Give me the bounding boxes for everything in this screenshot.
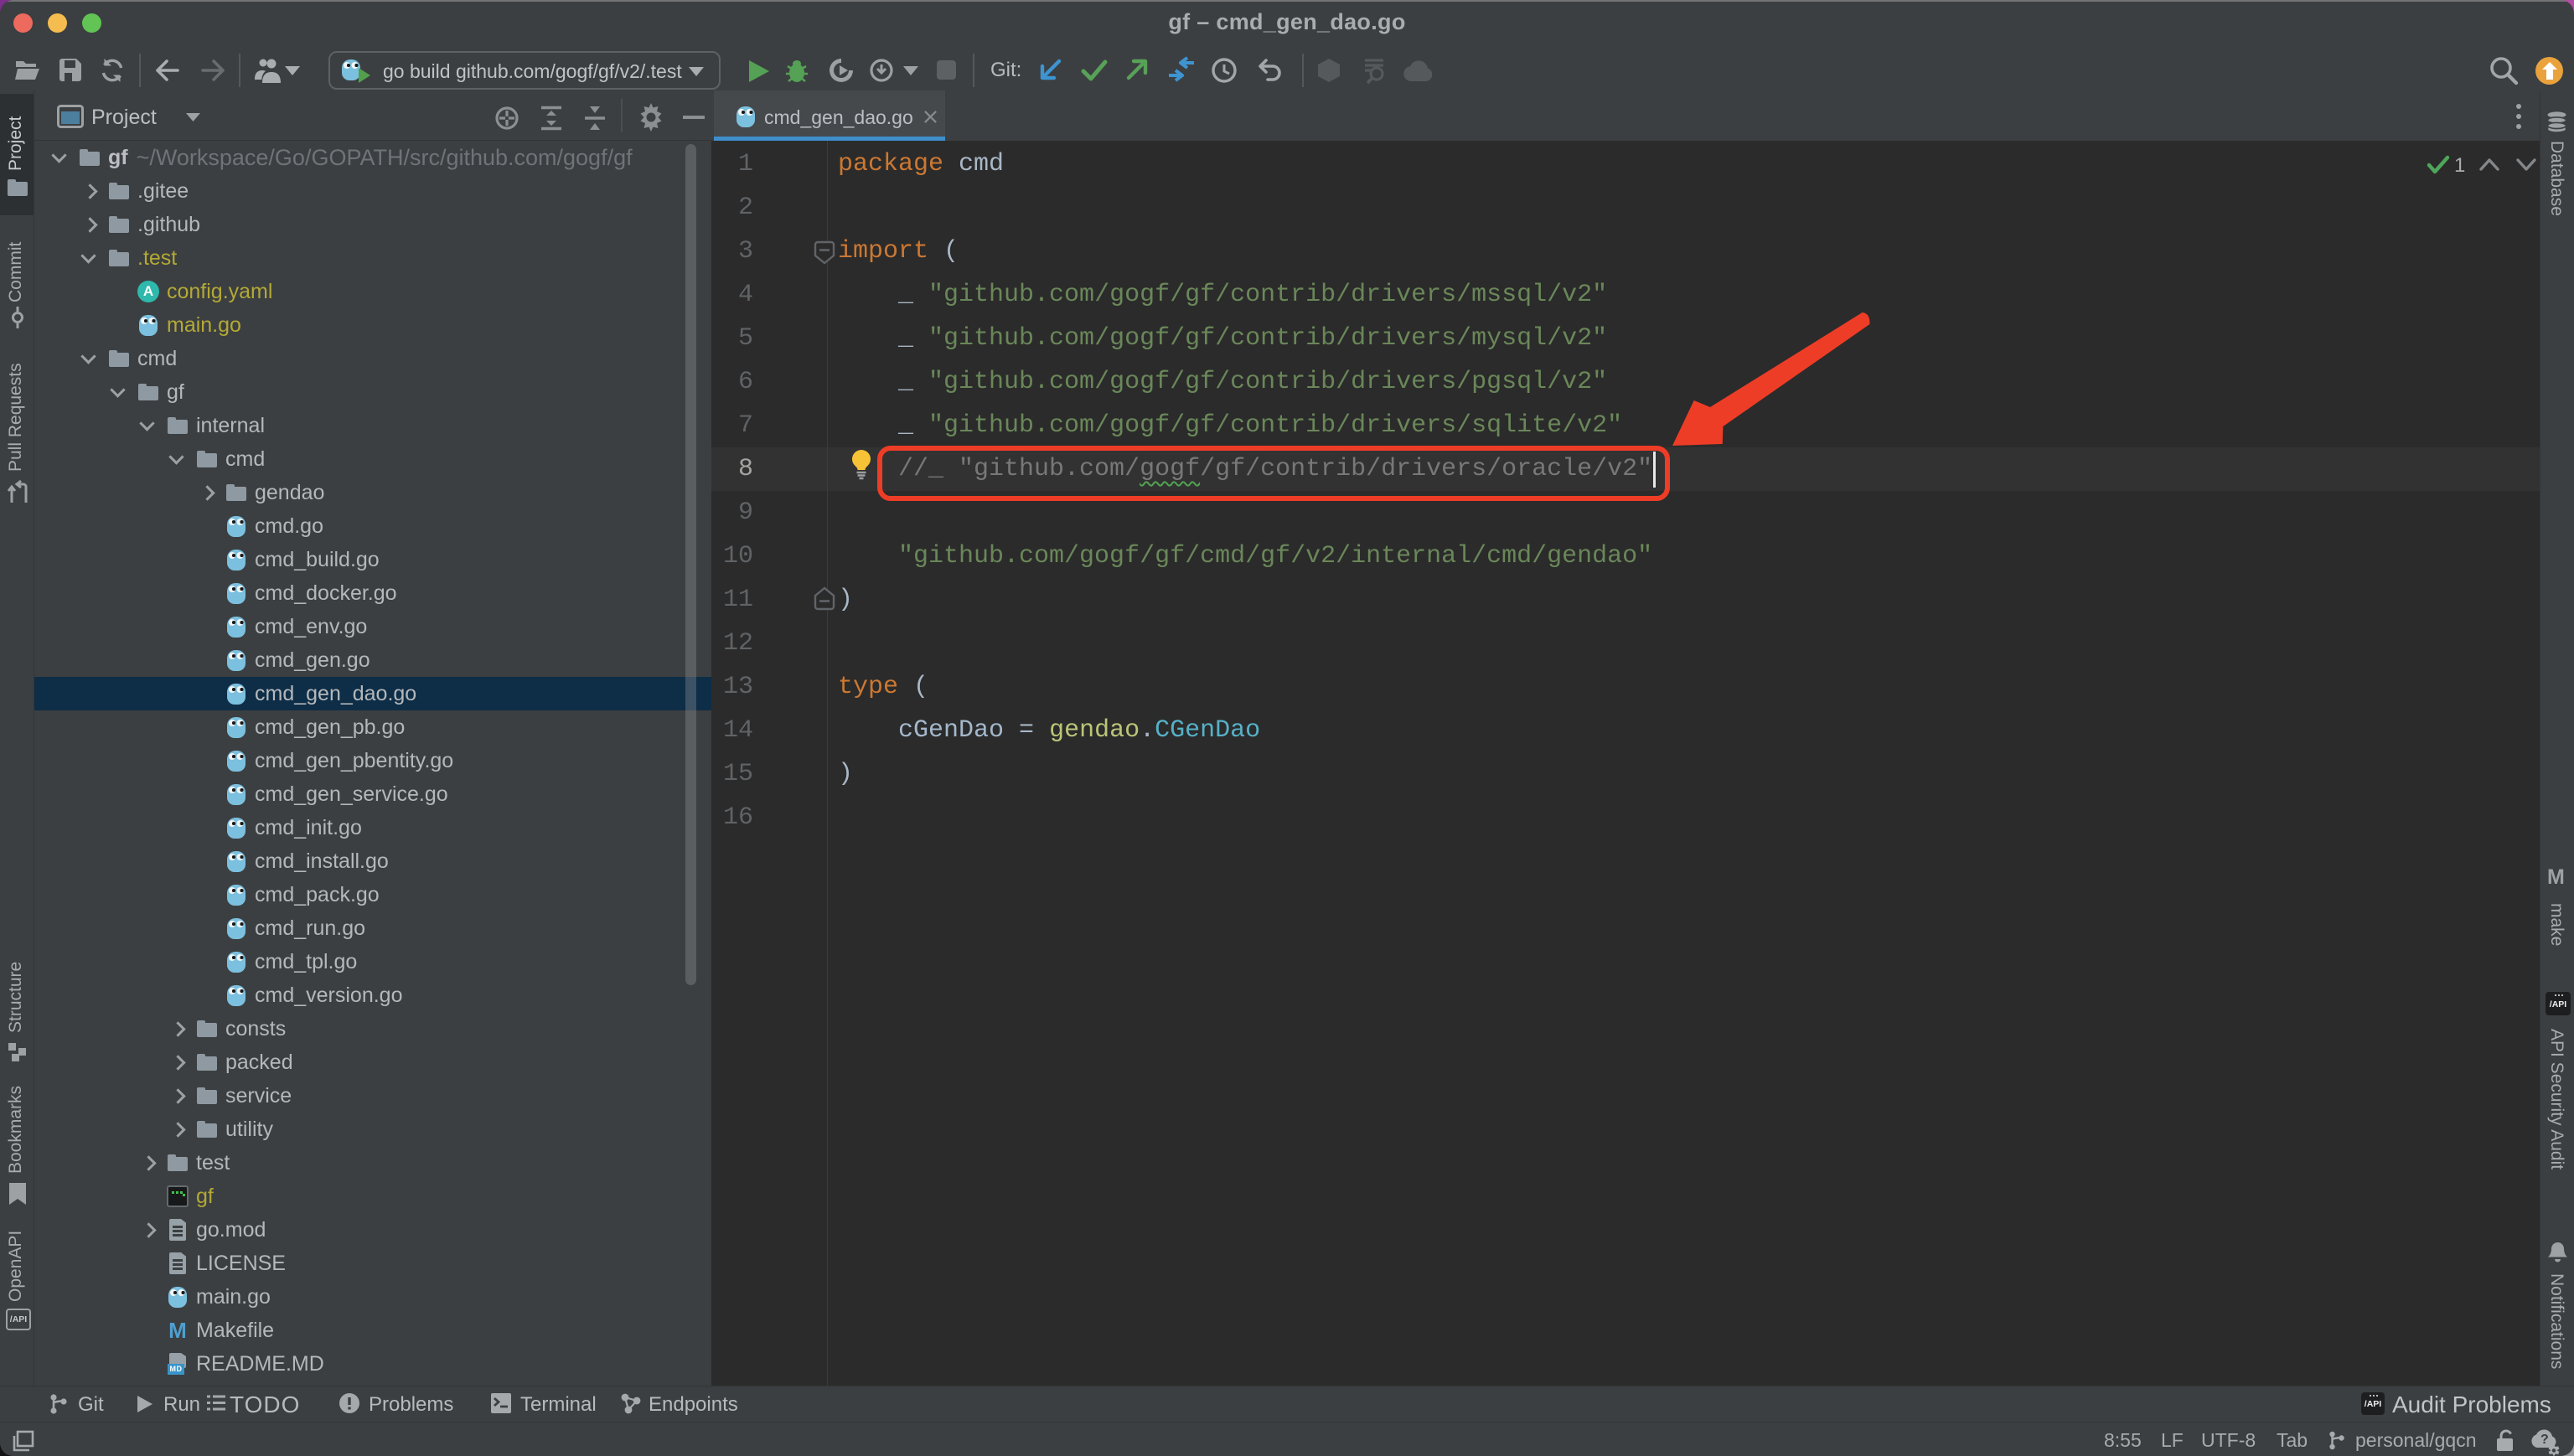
svg-text:?: ? xyxy=(2540,1433,2549,1447)
